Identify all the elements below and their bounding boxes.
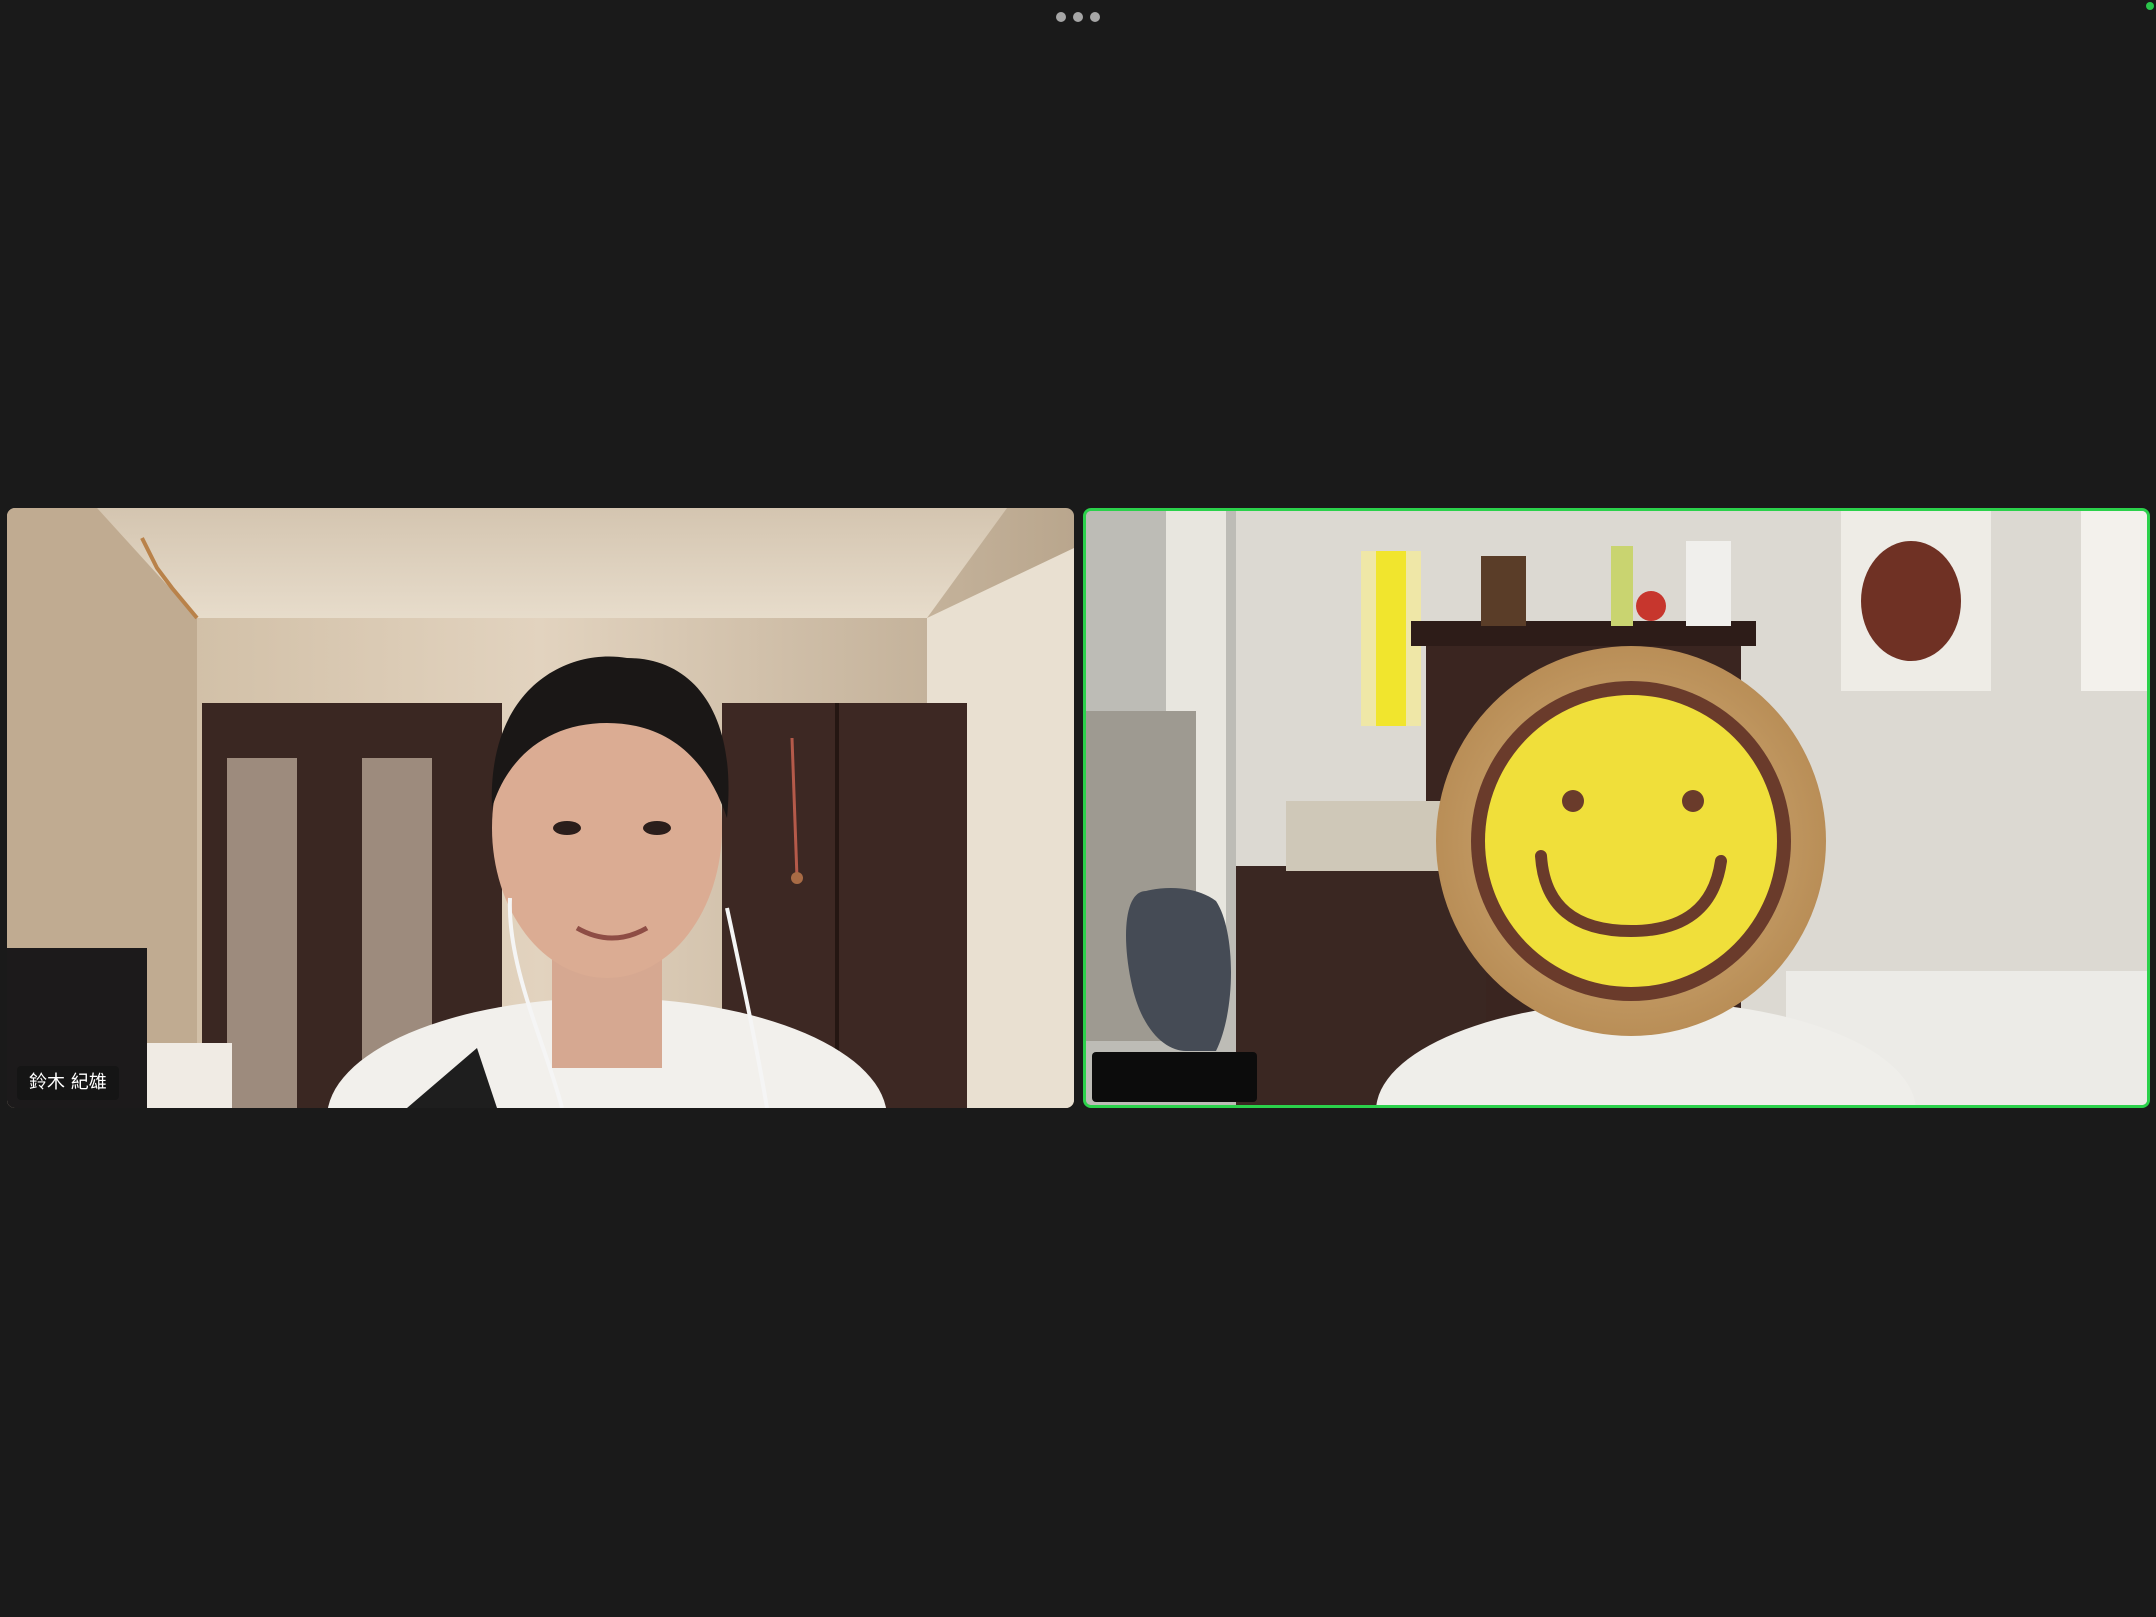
participant-name-label-redacted xyxy=(1092,1052,1257,1102)
participant-name-label: 鈴木 紀雄 xyxy=(17,1066,119,1100)
participant-video-feed xyxy=(1086,511,2147,1105)
connection-status-indicator xyxy=(2146,2,2154,10)
meeting-gallery-view: 鈴木 紀雄 xyxy=(0,0,2156,1617)
participant-video-tile[interactable]: 鈴木 紀雄 xyxy=(7,508,1074,1108)
participant-video-tile-active-speaker[interactable] xyxy=(1083,508,2150,1108)
smiley-face-sticker xyxy=(1436,646,1826,1036)
participant-video-feed xyxy=(7,508,1074,1108)
more-options-icon[interactable] xyxy=(1054,8,1102,26)
